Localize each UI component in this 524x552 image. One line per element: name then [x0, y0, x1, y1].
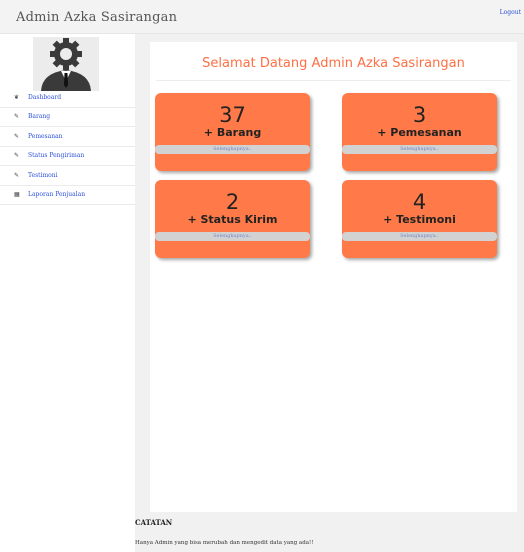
sidebar-item-laporan-penjualan[interactable]: ▦ Laporan Penjualan: [0, 186, 135, 205]
sidebar-item-label: Barang: [28, 113, 51, 121]
dashboard-panel: Selamat Datang Admin Azka Sasirangan 37 …: [150, 42, 517, 512]
more-link[interactable]: Selengkapnya..: [342, 232, 497, 241]
brand-title[interactable]: Admin Azka Sasirangan: [16, 10, 177, 25]
more-link[interactable]: Selengkapnya..: [155, 232, 310, 241]
sidebar-item-label: Status Pengiriman: [28, 152, 85, 160]
top-navbar: Admin Azka Sasirangan Logout: [0, 0, 524, 34]
note-text: Hanya Admin yang bisa merubah dan menged…: [135, 540, 314, 546]
sidebar-item-status-pengiriman[interactable]: ✎ Status Pengiriman: [0, 147, 135, 166]
sidebar-item-pemesanan[interactable]: ✎ Pemesanan: [0, 127, 135, 147]
sidebar-item-label: Laporan Penjualan: [28, 191, 86, 199]
main-content: Selamat Datang Admin Azka Sasirangan 37 …: [135, 34, 524, 552]
sidebar-menu: ❦ Dashboard ✎ Barang ✎ Pemesanan ✎ Statu…: [0, 88, 135, 205]
admin-avatar: [33, 37, 99, 91]
card-testimoni: 4 + Testimoni Selengkapnya..: [342, 180, 497, 258]
welcome-heading: Selamat Datang Admin Azka Sasirangan: [202, 56, 465, 71]
card-pemesanan: 3 + Pemesanan Selengkapnya..: [342, 93, 497, 171]
card-status-kirim: 2 + Status Kirim Selengkapnya..: [155, 180, 310, 258]
card-count: 37: [219, 103, 246, 127]
card-label: + Pemesanan: [377, 126, 462, 139]
report-icon: ▦: [14, 191, 20, 199]
edit-icon: ✎: [14, 113, 20, 121]
card-count: 4: [412, 190, 427, 214]
sidebar-item-dashboard[interactable]: ❦ Dashboard: [0, 88, 135, 108]
edit-icon: ✎: [14, 171, 20, 179]
edit-icon: ✎: [14, 152, 20, 160]
sidebar-item-label: Dashboard: [28, 93, 62, 101]
card-label: + Status Kirim: [187, 213, 278, 226]
sidebar-item-barang[interactable]: ✎ Barang: [0, 108, 135, 127]
card-label: + Testimoni: [383, 213, 456, 226]
card-count: 2: [225, 190, 240, 214]
more-link[interactable]: Selengkapnya..: [155, 145, 310, 154]
note-heading: CATATAN: [135, 518, 173, 527]
edit-icon: ✎: [14, 132, 20, 140]
divider: [156, 80, 511, 81]
logout-link[interactable]: Logout: [500, 9, 521, 16]
card-barang: 37 + Barang Selengkapnya..: [155, 93, 310, 171]
sidebar-item-label: Testimoni: [28, 171, 58, 179]
home-icon: ❦: [14, 93, 20, 101]
sidebar-item-label: Pemesanan: [28, 132, 63, 140]
sidebar-item-testimoni[interactable]: ✎ Testimoni: [0, 166, 135, 186]
card-label: + Barang: [203, 126, 262, 139]
more-link[interactable]: Selengkapnya..: [342, 145, 497, 154]
card-count: 3: [412, 103, 427, 127]
sidebar: ❦ Dashboard ✎ Barang ✎ Pemesanan ✎ Statu…: [0, 34, 135, 552]
